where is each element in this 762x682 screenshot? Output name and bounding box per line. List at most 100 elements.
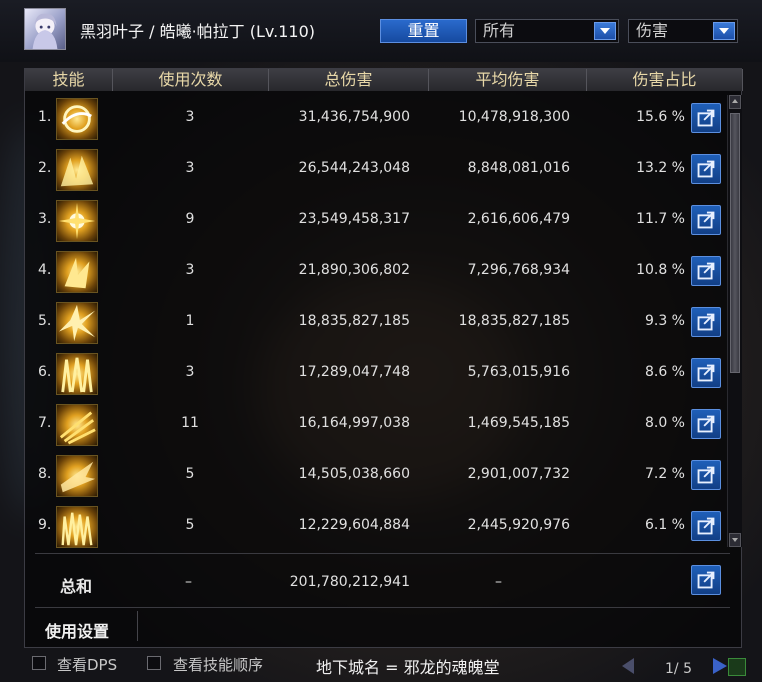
next-page-icon[interactable] (713, 658, 727, 674)
prev-page-icon[interactable] (622, 658, 634, 674)
row-average-damage: 1,469,545,185 (467, 415, 570, 431)
share-icon (697, 571, 715, 589)
share-icon (697, 262, 715, 280)
divider (35, 553, 730, 554)
share-icon (697, 466, 715, 484)
view-dps-label: 查看DPS (57, 656, 118, 674)
chevron-down-icon (713, 22, 735, 40)
col-header-average: 平均伤害 (429, 69, 587, 91)
dungeon-name: 地下城名 = 邪龙的魂魄堂 (316, 658, 500, 677)
col-header-ratio: 伤害占比 (587, 69, 743, 91)
row-count: 3 (185, 109, 195, 125)
row-total-damage: 12,229,604,884 (298, 517, 410, 533)
row-rank: 6. (38, 364, 52, 380)
share-icon (697, 364, 715, 382)
row-average-damage: 7,296,768,934 (467, 262, 570, 278)
scroll-up-arrow-icon[interactable] (729, 95, 741, 109)
divider (137, 611, 138, 641)
skill-icon (56, 98, 98, 140)
share-button[interactable] (691, 358, 721, 388)
share-icon (697, 211, 715, 229)
share-button[interactable] (691, 409, 721, 439)
row-damage-ratio: 6.1 % (644, 517, 685, 533)
row-count: 1 (185, 313, 195, 329)
row-rank: 1. (38, 109, 52, 125)
table-row: 6. 3 17,289,047,748 5,763,015,916 8.6 % (25, 350, 725, 401)
share-button[interactable] (691, 460, 721, 490)
share-button[interactable] (691, 103, 721, 133)
view-order-label: 查看技能顺序 (173, 656, 264, 674)
view-dps-checkbox[interactable] (32, 656, 46, 670)
menu-icon[interactable] (728, 658, 746, 676)
row-count: 9 (185, 211, 195, 227)
share-button[interactable] (691, 307, 721, 337)
row-count: 3 (185, 160, 195, 176)
header-bar: 黑羽叶子 / 皓曦·帕拉丁 (Lv.110) 重置 所有 伤害 (0, 0, 762, 62)
scroll-thumb[interactable] (730, 113, 740, 373)
row-damage-ratio: 10.8 % (636, 262, 685, 278)
row-rank: 5. (38, 313, 52, 329)
row-total-damage: 21,890,306,802 (298, 262, 410, 278)
reset-button[interactable]: 重置 (380, 19, 467, 43)
row-damage-ratio: 7.2 % (644, 466, 685, 482)
row-damage-ratio: 13.2 % (636, 160, 685, 176)
skill-icon (56, 353, 98, 395)
row-total-damage: 18,835,827,185 (298, 313, 410, 329)
total-count: – (185, 574, 192, 590)
row-total-damage: 17,289,047,748 (298, 364, 410, 380)
filter-select[interactable]: 所有 (475, 19, 619, 43)
row-count: 5 (185, 466, 195, 482)
total-average: – (495, 574, 502, 590)
row-rank: 4. (38, 262, 52, 278)
share-button[interactable] (691, 511, 721, 541)
view-order-checkbox[interactable] (147, 656, 161, 670)
character-avatar (24, 8, 66, 50)
divider (35, 607, 730, 608)
share-total-button[interactable] (691, 565, 721, 595)
footer-bar: 查看DPS 查看技能顺序 地下城名 = 邪龙的魂魄堂 1/ 5 (0, 652, 762, 682)
row-average-damage: 2,445,920,976 (467, 517, 570, 533)
row-rank: 8. (38, 466, 52, 482)
table-row: 4. 3 21,890,306,802 7,296,768,934 10.8 % (25, 248, 725, 299)
usage-settings-tab[interactable]: 使用设置 (45, 618, 109, 642)
row-average-damage: 8,848,081,016 (467, 160, 570, 176)
scrollbar[interactable] (727, 95, 742, 547)
row-rank: 3. (38, 211, 52, 227)
share-icon (697, 313, 715, 331)
row-damage-ratio: 15.6 % (636, 109, 685, 125)
row-count: 3 (185, 262, 195, 278)
row-average-damage: 10,478,918,300 (458, 109, 570, 125)
skill-icon (56, 302, 98, 344)
skill-icon (56, 149, 98, 191)
total-damage: 201,780,212,941 (289, 574, 410, 590)
row-damage-ratio: 9.3 % (644, 313, 685, 329)
row-count: 11 (181, 415, 199, 431)
table-row: 2. 3 26,544,243,048 8,848,081,016 13.2 % (25, 146, 725, 197)
col-header-total: 总伤害 (269, 69, 429, 91)
row-average-damage: 5,763,015,916 (467, 364, 570, 380)
page-indicator: 1/ 5 (665, 661, 692, 677)
share-icon (697, 160, 715, 178)
row-average-damage: 2,901,007,732 (467, 466, 570, 482)
row-rank: 7. (38, 415, 52, 431)
row-total-damage: 31,436,754,900 (298, 109, 410, 125)
row-damage-ratio: 11.7 % (636, 211, 685, 227)
table-row: 3. 9 23,549,458,317 2,616,606,479 11.7 % (25, 197, 725, 248)
type-select-value: 伤害 (636, 21, 669, 40)
scroll-down-arrow-icon[interactable] (729, 533, 741, 547)
chevron-down-icon (594, 22, 616, 40)
character-name: 黑羽叶子 / 皓曦·帕拉丁 (Lv.110) (80, 22, 315, 41)
row-total-damage: 16,164,997,038 (298, 415, 410, 431)
share-button[interactable] (691, 256, 721, 286)
damage-stats-panel: 技能 使用次数 总伤害 平均伤害 伤害占比 1. 3 31,436,754,900 1… (24, 68, 743, 648)
table-row: 1. 3 31,436,754,900 10,478,918,300 15.6 % (25, 95, 725, 146)
row-count: 3 (185, 364, 195, 380)
table-row: 5. 1 18,835,827,185 18,835,827,185 9.3 % (25, 299, 725, 350)
share-button[interactable] (691, 205, 721, 235)
share-icon (697, 517, 715, 535)
row-total-damage: 14,505,038,660 (298, 466, 410, 482)
table-row: 9. 5 12,229,604,884 2,445,920,976 6.1 % (25, 503, 725, 554)
filter-select-value: 所有 (483, 21, 516, 40)
share-button[interactable] (691, 154, 721, 184)
type-select[interactable]: 伤害 (628, 19, 738, 43)
